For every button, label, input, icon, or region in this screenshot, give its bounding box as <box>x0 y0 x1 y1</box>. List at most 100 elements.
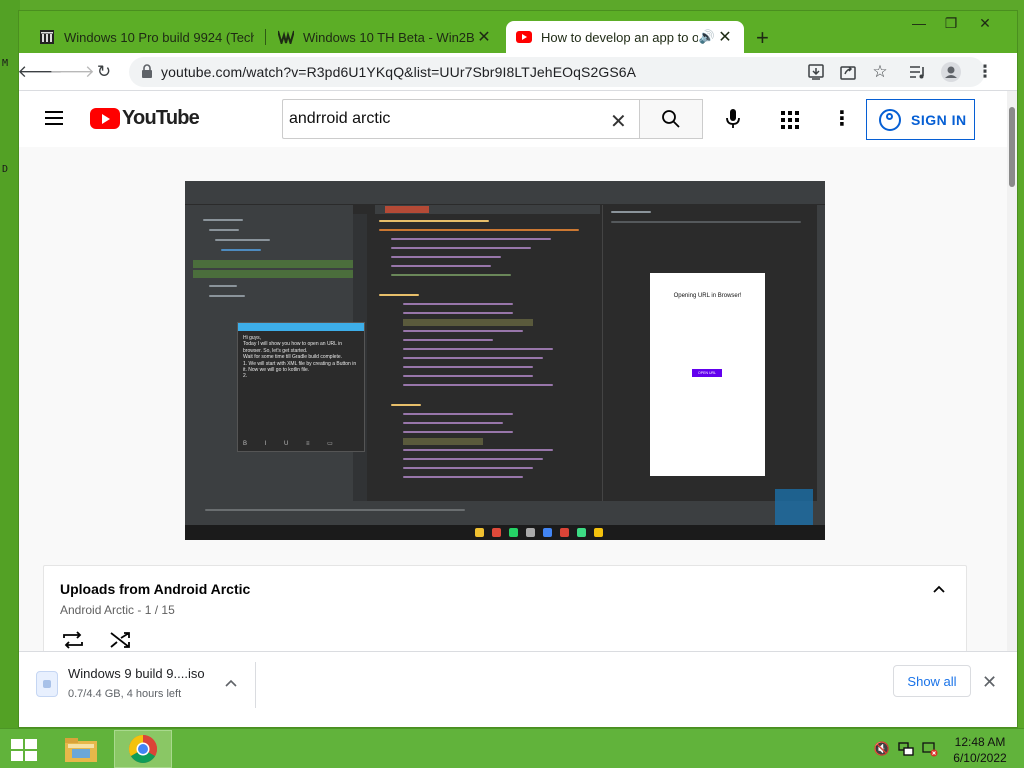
tab-title: Windows 10 Pro build 9924 (Tech <box>64 29 254 45</box>
download-options-chevron-icon[interactable] <box>224 676 238 690</box>
playlist-position: 1 / 15 <box>144 603 175 617</box>
video-phone-button: OPEN URL <box>692 369 722 377</box>
playlist-title[interactable]: Uploads from Android Arctic <box>60 581 250 597</box>
desktop-icon-fragment: M <box>2 58 9 69</box>
video-sticky-note: Hi guys, Today I will show you how to op… <box>237 322 365 452</box>
scrollbar-thumb[interactable] <box>1009 107 1015 187</box>
address-bar[interactable]: youtube.com/watch?v=R3pd6U1YKqQ&list=UUr… <box>129 57 985 87</box>
speaker-icon[interactable]: 🔊 <box>698 29 716 45</box>
account-icon <box>879 108 901 131</box>
playlist-panel: Uploads from Android Arctic Android Arct… <box>43 565 967 651</box>
close-tab-icon[interactable]: ✕ <box>716 27 734 47</box>
search-box: ✕ <box>282 99 639 139</box>
collapse-chevron-icon[interactable] <box>932 582 946 596</box>
install-app-icon[interactable] <box>805 61 827 83</box>
loop-icon[interactable] <box>60 628 86 651</box>
tab-youtube-video[interactable]: How to develop an app to op 🔊 ✕ <box>506 21 744 53</box>
system-clock[interactable]: 12:48 AM 6/10/2022 <box>952 734 1008 766</box>
video-channel-watermark <box>775 489 813 525</box>
reload-icon[interactable]: ↻ <box>93 61 115 83</box>
volume-muted-icon[interactable]: 🔇 <box>874 741 890 757</box>
apps-grid-icon[interactable] <box>779 109 799 129</box>
hamburger-menu-icon[interactable] <box>45 111 63 125</box>
show-all-button[interactable]: Show all <box>893 665 971 697</box>
youtube-header: YouTube ✕ ⋮ SIGN IN <box>19 91 1007 147</box>
playlist-channel[interactable]: Android Arctic <box>60 603 134 617</box>
maximize-button[interactable]: ❐ <box>937 13 965 33</box>
video-note-text: Hi guys, Today I will show you how to op… <box>243 335 357 380</box>
video-ide-menubar <box>185 181 825 191</box>
video-code-editor <box>367 214 602 501</box>
playlist-subtitle: Android Arctic - 1 / 15 <box>60 603 175 617</box>
video-ide-tabbar <box>375 205 600 214</box>
download-shelf: Windows 9 build 9....iso 0.7/4.4 GB, 4 h… <box>19 651 1017 727</box>
windows-taskbar: 🔇 12:48 AM 6/10/2022 <box>0 728 1024 768</box>
video-ide-statusbar <box>185 501 825 525</box>
chrome-icon <box>129 735 157 763</box>
folder-icon <box>65 738 97 762</box>
tab-strip: Windows 10 Pro build 9924 (Tech Windows … <box>19 11 1017 53</box>
video-taskbar <box>185 525 825 540</box>
video-phone-text: Opening URL in Browser! <box>673 293 742 299</box>
sign-in-button[interactable]: SIGN IN <box>866 99 975 140</box>
close-tab-icon[interactable]: ✕ <box>475 27 493 47</box>
settings-more-icon[interactable]: ⋮ <box>832 105 852 133</box>
tab-windows-10-pro[interactable]: Windows 10 Pro build 9924 (Tech <box>29 21 264 53</box>
browser-window: Windows 10 Pro build 9924 (Tech Windows … <box>18 10 1018 728</box>
page-scrollbar[interactable] <box>1007 91 1017 651</box>
logo-wordmark: YouTube <box>122 107 200 129</box>
file-explorer-button[interactable] <box>52 730 110 768</box>
video-ide-right-strip <box>817 205 825 501</box>
youtube-logo[interactable]: YouTube <box>90 107 200 130</box>
file-icon <box>36 671 58 697</box>
minimize-button[interactable]: — <box>905 13 933 33</box>
shuffle-icon[interactable] <box>108 628 134 651</box>
back-icon[interactable]: 🡐 <box>19 61 63 83</box>
youtube-icon <box>516 29 532 45</box>
sign-in-label: SIGN IN <box>911 111 967 128</box>
close-window-button[interactable]: ✕ <box>971 13 999 33</box>
video-phone-preview: Opening URL in Browser! OPEN URL <box>650 273 765 476</box>
youtube-play-icon <box>90 108 120 129</box>
bookmark-star-icon[interactable]: ☆ <box>869 61 891 83</box>
start-button[interactable] <box>10 738 38 762</box>
bank-icon <box>39 29 55 45</box>
media-control-icon[interactable] <box>907 61 929 83</box>
tab-win2beta[interactable]: Windows 10 TH Beta - Win2Beta ✕ <box>268 21 503 53</box>
tab-divider <box>265 29 266 45</box>
shelf-divider <box>255 662 256 708</box>
browser-toolbar: 🡐 🡒 ↻ youtube.com/watch?v=R3pd6U1YKqQ&li… <box>19 53 1017 91</box>
video-player[interactable]: Opening URL in Browser! OPEN URL Hi guys… <box>185 181 825 540</box>
youtube-page: YouTube ✕ ⋮ SIGN IN <box>19 91 1017 651</box>
new-tab-button[interactable]: + <box>756 25 769 51</box>
desktop-icon-fragment: D <box>2 164 9 175</box>
profile-avatar-icon[interactable] <box>940 61 962 83</box>
voice-search-button[interactable] <box>719 105 747 133</box>
tab-title: How to develop an app to op <box>541 29 698 45</box>
video-note-toolbar: B I U ≡ ▭ <box>243 441 341 447</box>
microphone-icon <box>726 109 740 128</box>
clock-date: 6/10/2022 <box>953 751 1007 765</box>
w-logo-icon <box>278 29 294 45</box>
lock-icon <box>142 64 152 78</box>
video-ide-toolbar <box>185 191 825 205</box>
close-shelf-icon[interactable]: ✕ <box>982 672 997 693</box>
chrome-taskbar-button[interactable] <box>114 730 172 768</box>
search-button[interactable] <box>639 99 703 139</box>
network-icon[interactable] <box>898 741 914 757</box>
share-icon[interactable] <box>837 61 859 83</box>
clock-time: 12:48 AM <box>954 735 1006 749</box>
download-status: 0.7/4.4 GB, 4 hours left <box>68 688 182 700</box>
clear-search-icon[interactable]: ✕ <box>610 109 627 134</box>
download-filename[interactable]: Windows 9 build 9....iso <box>68 666 205 681</box>
tab-title: Windows 10 TH Beta - Win2Beta <box>303 29 475 45</box>
forward-icon[interactable]: 🡒 <box>49 61 95 83</box>
search-icon <box>662 110 680 128</box>
action-center-icon[interactable] <box>922 741 938 757</box>
menu-kebab-icon[interactable]: ⋮ <box>974 61 996 83</box>
search-input[interactable] <box>289 108 599 130</box>
playlist-separator: - <box>137 603 145 617</box>
video-ide-left-strip <box>185 205 193 501</box>
url-text: youtube.com/watch?v=R3pd6U1YKqQ&list=UUr… <box>161 64 637 80</box>
desktop-edge: M D <box>0 0 20 730</box>
